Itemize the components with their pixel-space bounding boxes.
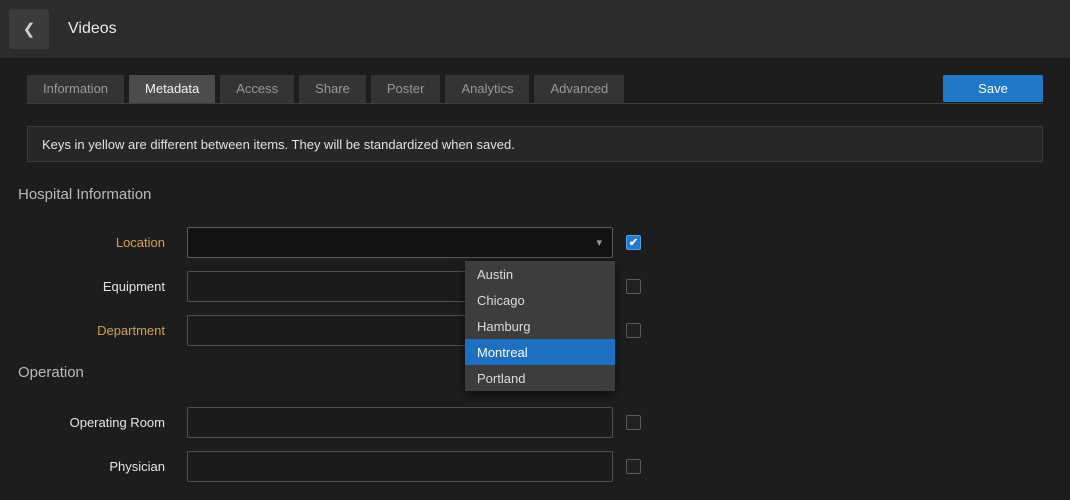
physician-label: Physician xyxy=(0,459,165,474)
tab-bar: Information Metadata Access Share Poster… xyxy=(27,75,1043,104)
section-title-hospital-information: Hospital Information xyxy=(18,186,1070,203)
physician-input[interactable] xyxy=(187,451,613,482)
department-checkbox[interactable] xyxy=(626,323,641,338)
location-dropdown-menu: Austin Chicago Hamburg Montreal Portland xyxy=(465,261,615,391)
equipment-checkbox[interactable] xyxy=(626,279,641,294)
dropdown-option-austin[interactable]: Austin xyxy=(465,261,615,287)
tab-poster[interactable]: Poster xyxy=(371,75,441,103)
check-icon: ✔ xyxy=(629,236,638,249)
location-select[interactable]: ▾ xyxy=(187,227,613,258)
operation-form: Operating Room Physician xyxy=(0,407,1070,482)
tab-metadata[interactable]: Metadata xyxy=(129,75,215,103)
operating-room-label: Operating Room xyxy=(0,415,165,430)
chevron-down-icon: ▾ xyxy=(596,236,602,249)
field-row-physician: Physician xyxy=(0,451,1070,482)
dropdown-option-portland[interactable]: Portland xyxy=(465,365,615,391)
dropdown-option-chicago[interactable]: Chicago xyxy=(465,287,615,313)
location-label: Location xyxy=(0,235,165,250)
tab-advanced[interactable]: Advanced xyxy=(534,75,624,103)
field-row-location: Location ▾ ✔ xyxy=(0,227,1070,258)
tab-access[interactable]: Access xyxy=(220,75,294,103)
chevron-left-icon: ❮ xyxy=(23,20,36,38)
location-checkbox[interactable]: ✔ xyxy=(626,235,641,250)
back-button[interactable]: ❮ xyxy=(9,9,49,49)
dropdown-option-hamburg[interactable]: Hamburg xyxy=(465,313,615,339)
operating-room-input[interactable] xyxy=(187,407,613,438)
page-title: Videos xyxy=(68,20,117,38)
tab-analytics[interactable]: Analytics xyxy=(445,75,529,103)
department-label: Department xyxy=(0,323,165,338)
tab-share[interactable]: Share xyxy=(299,75,366,103)
notice-banner: Keys in yellow are different between ite… xyxy=(27,126,1043,162)
operating-room-checkbox[interactable] xyxy=(626,415,641,430)
equipment-label: Equipment xyxy=(0,279,165,294)
tab-information[interactable]: Information xyxy=(27,75,124,103)
dropdown-option-montreal[interactable]: Montreal xyxy=(465,339,615,365)
save-button[interactable]: Save xyxy=(943,75,1043,102)
physician-checkbox[interactable] xyxy=(626,459,641,474)
field-row-operating-room: Operating Room xyxy=(0,407,1070,438)
header: ❮ Videos xyxy=(0,0,1070,58)
